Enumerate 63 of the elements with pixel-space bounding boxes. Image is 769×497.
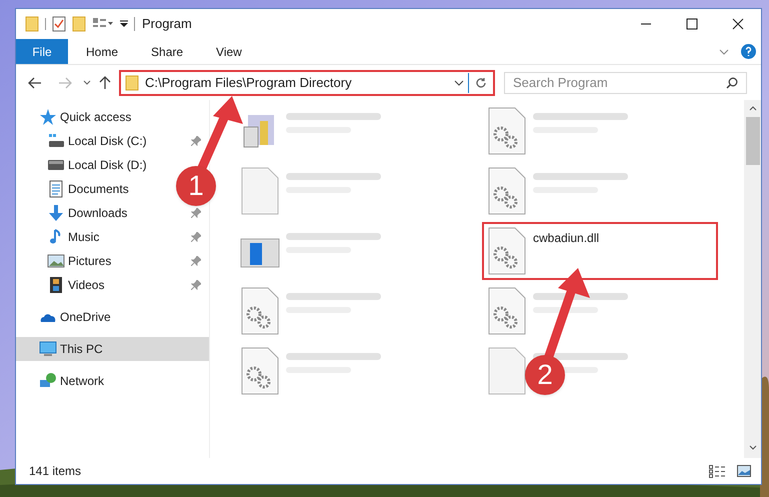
scrollbar[interactable] (744, 100, 761, 458)
document-icon (47, 180, 65, 198)
dropdown-caret-icon[interactable] (454, 80, 464, 86)
properties-icon[interactable] (52, 16, 66, 32)
nav-item[interactable]: Network (16, 369, 112, 393)
recent-caret-icon[interactable] (83, 80, 91, 86)
customize-caret-icon[interactable] (120, 20, 128, 28)
pin-icon[interactable] (191, 256, 201, 266)
details-view-icon[interactable] (709, 464, 725, 478)
gear-file-icon (487, 227, 527, 275)
search-field[interactable]: Search Program (504, 72, 747, 94)
window-title: Program (142, 15, 193, 34)
nav-item[interactable]: Music (16, 225, 209, 249)
film-icon (47, 276, 65, 294)
nav-item[interactable]: Pictures (16, 249, 209, 273)
refresh-icon[interactable] (475, 76, 487, 88)
folder-icon (25, 16, 39, 32)
search-input[interactable]: Search Program (513, 72, 726, 92)
network-icon (39, 372, 57, 390)
nav-item[interactable]: Local Disk (C:) (16, 129, 209, 153)
folder-icon (125, 74, 139, 90)
computer-icon (39, 340, 57, 358)
address-path: C:\Program Files\Program Directory (145, 74, 353, 92)
file-icon (487, 347, 527, 395)
gear-file-icon (240, 347, 280, 395)
close-icon (732, 18, 744, 30)
search-icon (726, 76, 738, 88)
nav-item[interactable]: Videos (16, 273, 209, 297)
new-folder-icon (72, 16, 86, 32)
expand-ribbon-icon[interactable] (719, 48, 729, 54)
pin-icon[interactable] (191, 208, 201, 218)
gear-file-icon (487, 287, 527, 335)
pin-icon[interactable] (191, 136, 201, 146)
tiles-view-icon[interactable] (737, 465, 751, 477)
file-menu-button[interactable]: File (16, 39, 68, 64)
nav-item[interactable]: OneDrive (16, 305, 119, 329)
nav-item[interactable]: Local Disk (D:) (16, 153, 155, 177)
gear-file-icon (240, 287, 280, 335)
ribbon-tab[interactable]: Share (136, 39, 198, 64)
download-icon (47, 204, 65, 222)
ribbon-tab[interactable]: Home (71, 39, 134, 64)
gear-file-icon (487, 167, 527, 215)
help-icon[interactable] (741, 44, 756, 59)
pin-icon[interactable] (191, 280, 201, 290)
scroll-down-icon[interactable] (748, 445, 756, 450)
scroll-up-icon[interactable] (748, 106, 756, 111)
nav-item[interactable]: This PC (16, 337, 209, 361)
maximize-icon (686, 18, 698, 30)
gear-file-icon (487, 107, 527, 155)
nav-item[interactable]: Quick access (16, 105, 140, 129)
pin-icon[interactable] (191, 232, 201, 242)
file-name: cwbadiun.dll (533, 230, 600, 247)
file-icon (240, 167, 280, 215)
ribbon-tab[interactable]: View (201, 39, 257, 64)
star-icon (39, 108, 57, 126)
picture-icon (47, 252, 65, 270)
address-bar[interactable]: C:\Program Files\Program Directory (119, 70, 495, 96)
back-arrow-icon[interactable] (28, 76, 42, 88)
item-count: 141 items (29, 463, 82, 480)
drive-icon (47, 132, 65, 150)
up-arrow-icon[interactable] (99, 76, 111, 90)
nav-item[interactable]: Documents (16, 177, 137, 201)
scroll-thumb[interactable] (746, 117, 760, 165)
